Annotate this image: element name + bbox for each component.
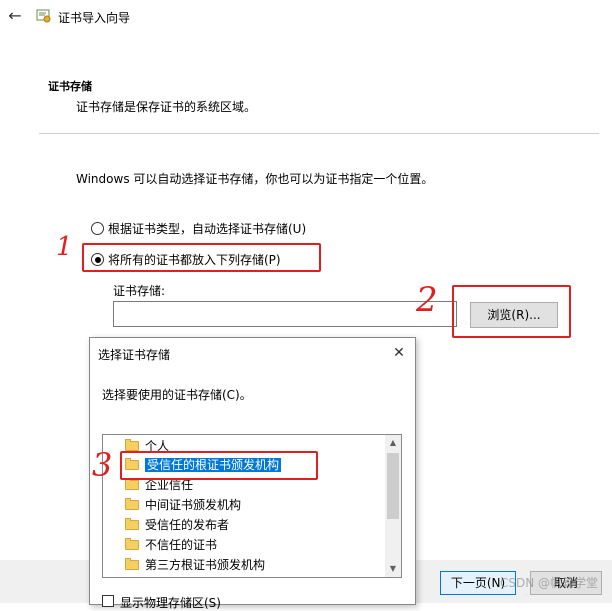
radio-auto-select[interactable] xyxy=(91,222,104,235)
annotation-number-3: 3 xyxy=(92,446,113,484)
dialog-title: 选择证书存储 xyxy=(98,348,171,362)
show-physical-checkbox[interactable] xyxy=(102,595,114,607)
tree-item-untrusted[interactable]: 不信任的证书 xyxy=(125,536,217,554)
folder-icon xyxy=(125,498,139,510)
tree-item-label: 不信任的证书 xyxy=(145,538,218,552)
close-icon[interactable]: ✕ xyxy=(390,344,408,362)
intro-text: Windows 可以自动选择证书存储，你也可以为证书指定一个位置。 xyxy=(76,172,434,186)
watermark: CSDN @帆软学堂 xyxy=(500,576,599,590)
annotation-box-1 xyxy=(82,243,321,272)
store-field[interactable] xyxy=(113,301,457,327)
folder-icon xyxy=(125,518,139,530)
certificate-wizard-icon xyxy=(36,8,52,24)
section-description: 证书存储是保存证书的系统区域。 xyxy=(76,100,257,114)
tree-scrollbar[interactable]: ▲ ▼ xyxy=(385,435,401,577)
folder-icon xyxy=(125,558,139,570)
annotation-box-3 xyxy=(120,451,318,480)
tree-item-label: 企业信任 xyxy=(145,478,194,492)
window-title: 证书导入向导 xyxy=(58,11,131,25)
tree-item-trusted-publishers[interactable]: 受信任的发布者 xyxy=(125,516,229,534)
title-bar: ← 证书导入向导 xyxy=(0,0,612,32)
folder-icon xyxy=(125,478,139,490)
tree-item-label: 中间证书颁发机构 xyxy=(145,498,242,512)
dialog-prompt: 选择要使用的证书存储(C)。 xyxy=(102,388,252,402)
tree-item-label: 第三方根证书颁发机构 xyxy=(145,558,266,572)
annotation-box-2 xyxy=(452,285,571,338)
radio-auto-select-label[interactable]: 根据证书类型，自动选择证书存储(U) xyxy=(108,220,306,237)
annotation-number-2: 2 xyxy=(416,280,438,320)
folder-icon xyxy=(125,439,139,451)
scroll-down-icon[interactable]: ▼ xyxy=(385,561,401,577)
annotation-number-1: 1 xyxy=(56,232,73,262)
tree-item-third-party-root[interactable]: 第三方根证书颁发机构 xyxy=(125,556,265,574)
scroll-up-icon[interactable]: ▲ xyxy=(385,435,401,451)
divider xyxy=(39,133,599,134)
tree-item-intermediate[interactable]: 中间证书颁发机构 xyxy=(125,496,241,514)
scroll-thumb[interactable] xyxy=(387,453,399,519)
store-field-label: 证书存储: xyxy=(113,284,166,298)
section-title: 证书存储 xyxy=(48,80,92,93)
tree-item-label: 受信任的发布者 xyxy=(145,518,230,532)
back-arrow-icon[interactable]: ← xyxy=(6,7,24,25)
folder-icon xyxy=(125,538,139,550)
